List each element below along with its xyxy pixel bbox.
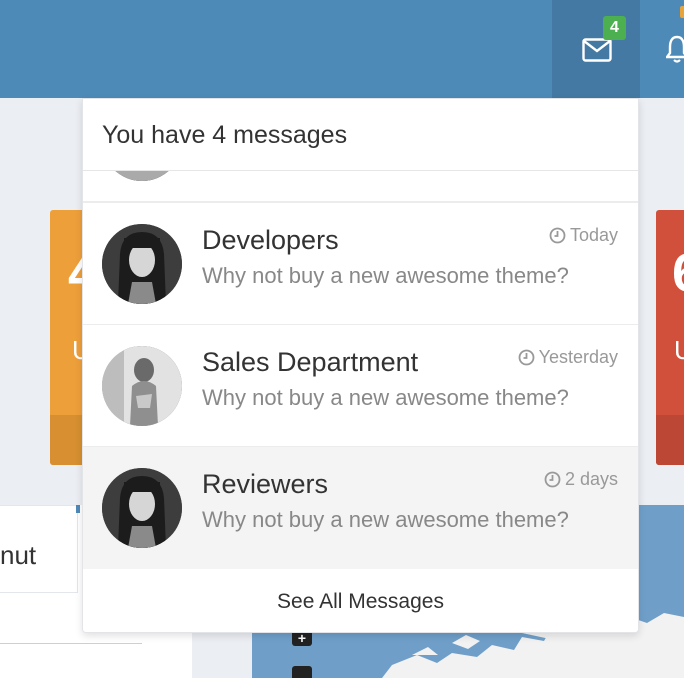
avatar <box>102 346 182 426</box>
stat-card-red: 6 U <box>656 210 684 465</box>
divider <box>0 643 142 644</box>
stat-card-label: U <box>674 335 684 365</box>
clock-icon <box>544 471 561 488</box>
message-list-scroll-area[interactable] <box>83 171 638 203</box>
see-all-messages-link[interactable]: See All Messages <box>277 590 444 614</box>
message-time: 2 days <box>544 469 618 490</box>
message-item[interactable]: Sales Department Why not buy a new aweso… <box>83 325 638 447</box>
message-sender: Developers <box>202 225 339 255</box>
message-count-badge: 4 <box>603 16 626 40</box>
stat-card-footer[interactable] <box>656 415 684 465</box>
dropdown-title: You have 4 messages <box>102 121 348 149</box>
avatar <box>102 468 182 548</box>
clock-icon <box>549 227 566 244</box>
message-item[interactable]: Reviewers Why not buy a new awesome them… <box>83 447 638 569</box>
dropdown-header: You have 4 messages <box>83 99 638 171</box>
envelope-icon <box>582 38 612 62</box>
message-time-label: 2 days <box>564 469 618 489</box>
avatar <box>102 224 182 304</box>
dropdown-footer: See All Messages <box>83 570 638 632</box>
message-preview: Why not buy a new awesome theme? <box>202 507 569 532</box>
clock-icon <box>518 349 534 366</box>
message-time: Yesterday <box>518 347 618 368</box>
message-preview: Why not buy a new awesome theme? <box>202 263 569 288</box>
message-sender: Reviewers <box>202 469 329 499</box>
chart-tab[interactable]: nut <box>0 505 78 593</box>
message-preview: Why not buy a new awesome theme? <box>202 385 569 410</box>
notification-badge <box>680 6 684 18</box>
message-sender: Sales Department <box>202 347 419 377</box>
chart-tab-label: nut <box>0 540 37 570</box>
messages-dropdown: You have 4 messages Developers Why not b… <box>82 98 639 633</box>
message-item[interactable]: Developers Why not buy a new awesome the… <box>83 203 638 325</box>
avatar <box>102 171 182 181</box>
message-time-label: Today <box>569 225 618 245</box>
message-time-label: Yesterday <box>538 347 618 367</box>
tab-accent <box>76 505 80 513</box>
stat-card-number: 6 <box>672 242 684 304</box>
message-time: Today <box>549 225 618 246</box>
bell-icon[interactable] <box>666 34 684 64</box>
zoom-out-button[interactable] <box>292 666 312 678</box>
